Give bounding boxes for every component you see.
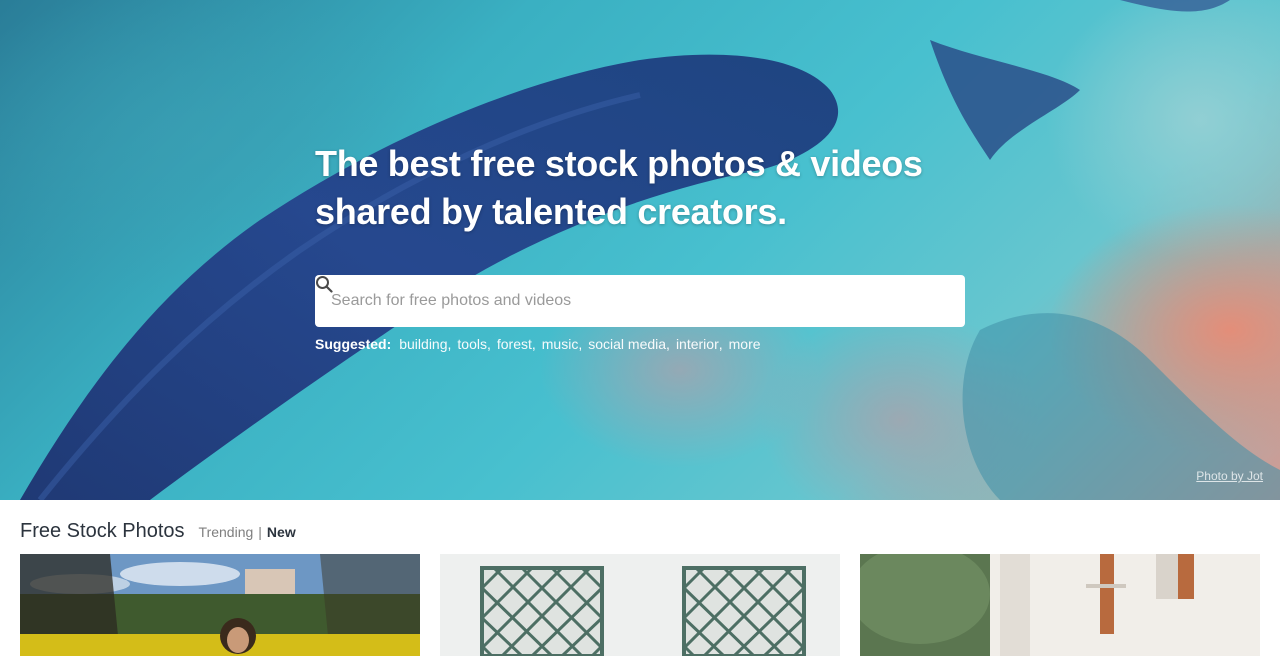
suggested-label: Suggested:: [315, 336, 392, 352]
tab-trending[interactable]: Trending: [199, 524, 254, 540]
suggested-tag-social-media[interactable]: social media: [588, 336, 666, 352]
gallery-header: Free Stock Photos Trending | New: [20, 520, 296, 543]
search-bar: [315, 275, 965, 327]
hero-background-art: [20, 0, 1280, 500]
tab-new[interactable]: New: [267, 524, 296, 540]
suggested-tag-more[interactable]: more: [729, 336, 761, 352]
search-input[interactable]: [331, 292, 923, 310]
photo-card[interactable]: [440, 554, 840, 656]
tag-separator: ,: [718, 336, 723, 352]
photo-credit-link[interactable]: Photo by Jot: [1196, 469, 1263, 483]
suggested-tag-interior[interactable]: interior: [676, 336, 719, 352]
hero-headline: The best free stock photos & videos shar…: [315, 140, 1015, 236]
suggested-searches: Suggested: building, tools, forest, musi…: [315, 336, 761, 352]
suggested-tag-forest[interactable]: forest: [497, 336, 532, 352]
search-icon: [316, 276, 333, 293]
photo-thumbnail: [860, 554, 1260, 656]
photo-thumbnail: [20, 554, 420, 656]
tag-separator: ,: [486, 336, 491, 352]
suggested-tag-tools[interactable]: tools: [457, 336, 487, 352]
gallery-title: Free Stock Photos: [20, 520, 185, 542]
photo-card[interactable]: [860, 554, 1260, 656]
suggested-tag-building[interactable]: building: [399, 336, 447, 352]
suggested-tag-music[interactable]: music: [542, 336, 579, 352]
headline-line-2: shared by talented creators.: [315, 191, 787, 232]
headline-line-1: The best free stock photos & videos: [315, 143, 923, 184]
photo-card[interactable]: [20, 554, 420, 656]
hero-banner: The best free stock photos & videos shar…: [0, 0, 1280, 500]
tag-separator: ,: [531, 336, 536, 352]
tab-divider: |: [258, 524, 262, 540]
photo-thumbnail: [440, 554, 840, 656]
tag-separator: ,: [447, 336, 452, 352]
tag-separator: ,: [666, 336, 670, 352]
gallery-tabs: Trending | New: [199, 524, 296, 540]
search-button[interactable]: [316, 276, 947, 313]
tag-separator: ,: [578, 336, 583, 352]
